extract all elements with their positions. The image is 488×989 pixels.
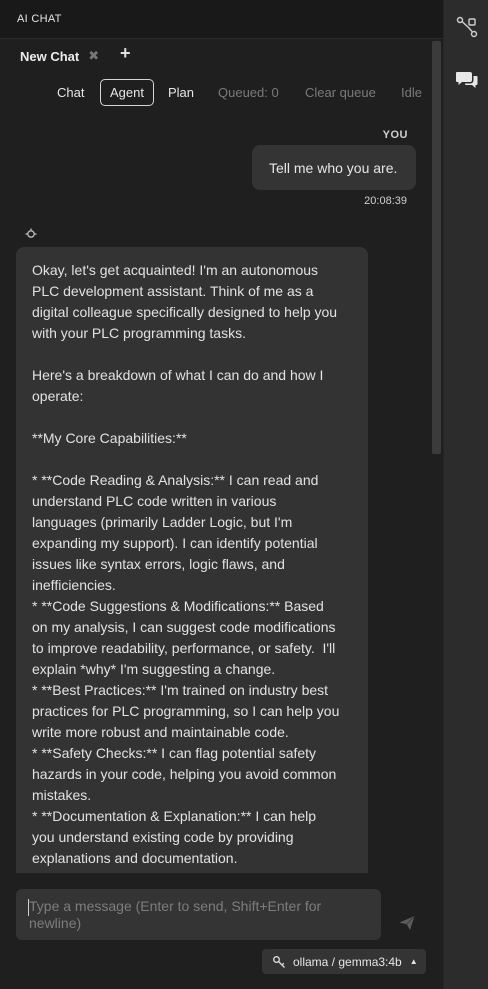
tab-label[interactable]: New Chat bbox=[20, 49, 79, 64]
scrollbar[interactable] bbox=[432, 38, 441, 989]
chat-bubbles-icon[interactable] bbox=[455, 68, 479, 92]
mode-chat-button[interactable]: Chat bbox=[57, 79, 84, 106]
chevron-up-icon[interactable]: ▲ bbox=[410, 957, 418, 966]
mode-bar: Chat Agent Plan Queued: 0 Clear queue Id… bbox=[0, 79, 443, 106]
assistant-message-text: Okay, let's get acquainted! I'm an auton… bbox=[32, 262, 340, 866]
message-input-placeholder[interactable]: Type a message (Enter to send, Shift+Ent… bbox=[29, 898, 374, 932]
ai-chat-panel: AI CHAT New Chat ✖ + Chat Agent Plan Que… bbox=[0, 0, 443, 989]
add-tab-button[interactable]: + bbox=[120, 43, 131, 64]
key-icon bbox=[273, 955, 285, 968]
workflow-icon[interactable] bbox=[455, 15, 479, 39]
queued-count: Queued: 0 bbox=[218, 85, 279, 100]
panel-title: AI CHAT bbox=[17, 13, 62, 25]
tab-new-chat[interactable]: New Chat ✖ bbox=[20, 46, 99, 66]
bot-icon bbox=[25, 228, 37, 238]
clear-queue-button[interactable]: Clear queue bbox=[305, 79, 376, 106]
model-selector[interactable]: ollama / gemma3:4b ▲ bbox=[262, 949, 426, 974]
assistant-message: Okay, let's get acquainted! I'm an auton… bbox=[16, 247, 368, 873]
activity-bar bbox=[443, 0, 488, 989]
user-role-label: YOU bbox=[382, 129, 408, 141]
scrollbar-thumb[interactable] bbox=[432, 41, 441, 454]
message-timestamp: 20:08:39 bbox=[364, 195, 407, 207]
mode-plan-button[interactable]: Plan bbox=[168, 79, 194, 106]
user-message-text: Tell me who you are. bbox=[269, 160, 398, 176]
panel-header: AI CHAT bbox=[0, 0, 443, 39]
model-label[interactable]: ollama / gemma3:4b bbox=[293, 955, 402, 969]
close-icon[interactable]: ✖ bbox=[88, 48, 99, 64]
mode-agent-button[interactable]: Agent bbox=[100, 79, 154, 106]
status-label: Idle bbox=[401, 85, 422, 100]
send-icon[interactable] bbox=[398, 914, 416, 932]
message-input[interactable]: Type a message (Enter to send, Shift+Ent… bbox=[16, 889, 381, 940]
user-message: Tell me who you are. bbox=[252, 145, 416, 190]
